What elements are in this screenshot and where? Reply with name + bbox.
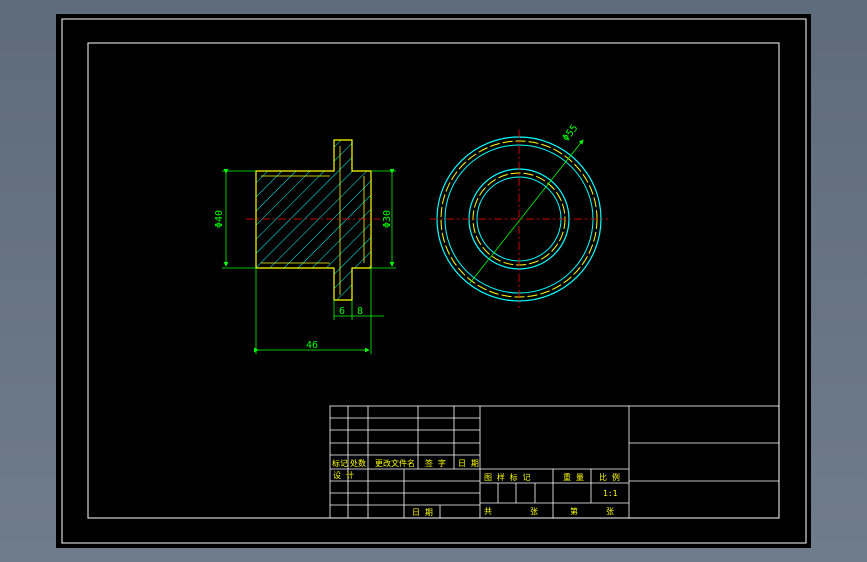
dim-flange-thk-text: 6 [339,306,345,317]
rev-label-sign: 签 字 [425,458,446,468]
dim-dia-right-text: Φ30 [382,210,393,228]
cad-drawing-canvas[interactable]: Φ40 Φ30 6 8 46 Φ55 标记 处数 更改文件名 签 字 日 期 设… [0,0,867,562]
stage-header-scale: 比 例 [599,472,620,482]
scale-value: 1:1 [603,489,618,498]
rev-label-count: 处数 [350,458,366,468]
stage-header-marks: 图 样 标 记 [484,472,530,482]
dim-dia-left-text: Φ40 [214,210,225,228]
dim-overall-length-text: 46 [306,340,318,351]
sheet-total-unit: 张 [530,507,538,516]
rev-label-file: 更改文件名 [375,458,415,468]
rev-label-mark: 标记 [332,458,348,468]
rev-label-date: 日 期 [458,459,479,468]
sheet-no-label: 第 [570,506,578,516]
stage-header-weight: 重 量 [563,472,584,482]
design-label: 设 计 [333,470,354,480]
sheet-no-unit: 张 [606,507,614,516]
sheet-total-label: 共 [484,507,492,516]
date-label: 日 期 [412,508,433,517]
dim-flange-offset-text: 8 [357,306,363,317]
